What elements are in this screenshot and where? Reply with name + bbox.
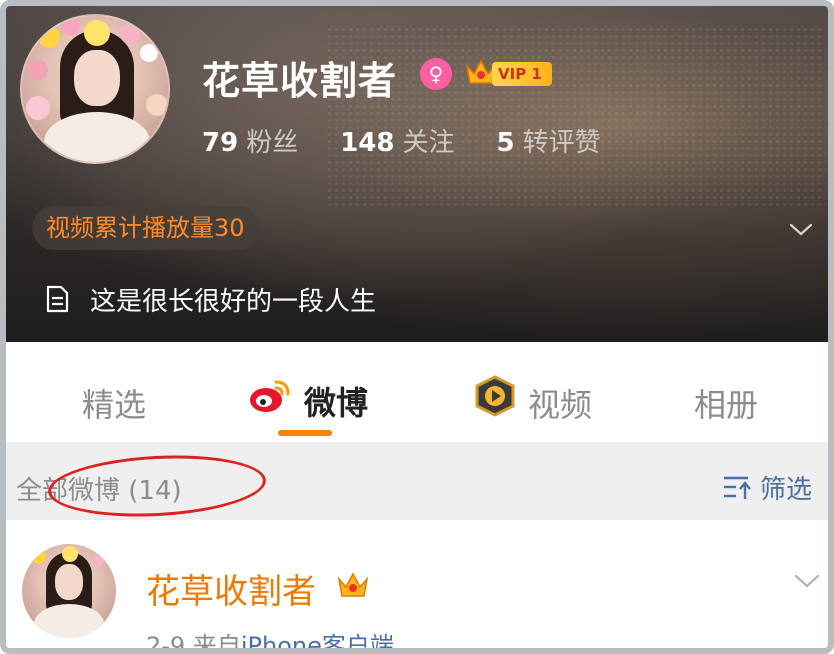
video-play-count-pill[interactable]: 视频累计播放量30 [32, 206, 259, 250]
flower-decoration [38, 26, 60, 48]
interactions-label[interactable]: 转评赞 [523, 128, 601, 158]
tab-video[interactable]: 视频 [528, 380, 592, 426]
following-label[interactable]: 关注 [402, 128, 454, 158]
vip-crown-icon [337, 572, 369, 597]
profile-stats: 79 粉丝 148 关注 5 转评赞 [202, 122, 643, 159]
filter-button[interactable]: 筛选 [760, 469, 812, 506]
weibo-logo-icon [250, 380, 290, 412]
female-gender-icon: ♀ [420, 58, 452, 90]
profile-name: 花草收割者 [202, 59, 398, 103]
screen-frame: 花草收割者 ♀ VIP 1 79 粉丝 148 关注 5 转评赞 视频累计播放量30 这是… [0, 0, 834, 654]
tab-album[interactable]: 相册 [694, 380, 758, 426]
followers-label[interactable]: 粉丝 [246, 128, 298, 158]
chevron-down-icon[interactable] [786, 214, 816, 244]
filter-sort-icon[interactable] [722, 472, 754, 502]
followers-count[interactable]: 79 [202, 128, 238, 158]
post-from-label: 来自 [192, 632, 241, 654]
following-count[interactable]: 148 [340, 128, 394, 158]
post-options-chevron-icon[interactable] [792, 568, 822, 594]
active-tab-indicator [278, 430, 332, 436]
video-play-icon [475, 375, 515, 417]
tab-featured[interactable]: 精选 [82, 380, 146, 426]
profile-cover: 花草收割者 ♀ VIP 1 79 粉丝 148 关注 5 转评赞 视频累计播放量30 这是… [6, 6, 828, 342]
cover-background-texture [326, 26, 826, 206]
profile-bio: 这是很长很好的一段人生 [90, 287, 377, 317]
post-author-name[interactable]: 花草收割者 [146, 564, 316, 613]
vip-level-badge[interactable]: VIP 1 [492, 62, 552, 86]
post-meta: 2-9 来自iPhone客户端 [146, 626, 394, 654]
post-date: 2-9 [146, 632, 186, 654]
interactions-count[interactable]: 5 [497, 128, 515, 158]
post-source-link[interactable]: iPhone客户端 [241, 632, 394, 648]
document-icon [46, 285, 69, 313]
tab-weibo[interactable]: 微博 [304, 378, 368, 424]
post-author-avatar[interactable] [22, 544, 116, 638]
profile-avatar[interactable] [20, 14, 170, 164]
weibo-post [6, 520, 828, 648]
